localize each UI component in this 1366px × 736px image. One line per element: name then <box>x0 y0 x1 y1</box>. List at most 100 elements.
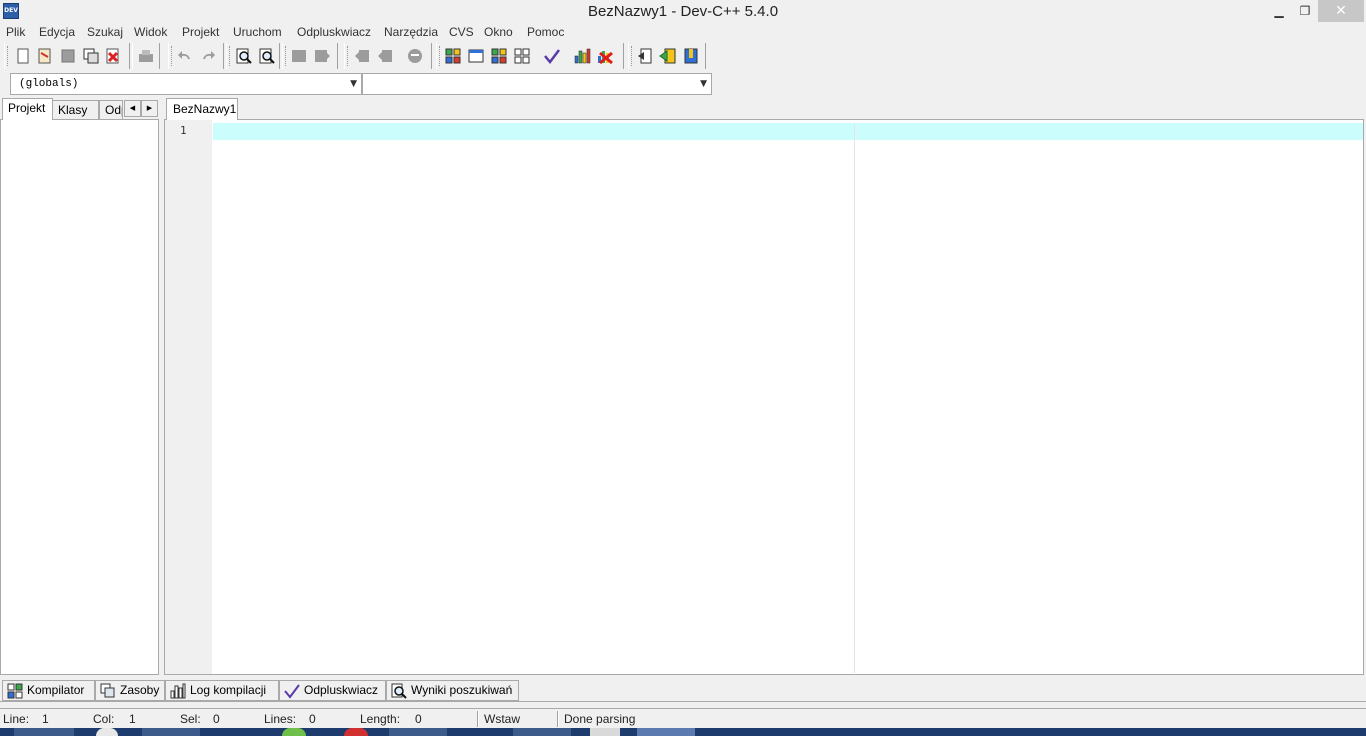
scope-combo[interactable]: (globals) ▼ <box>10 73 362 95</box>
toolbar-grip[interactable] <box>347 46 350 66</box>
menu-widok[interactable]: Widok <box>134 25 167 39</box>
file-toolbar-group <box>4 43 130 69</box>
indent-icon[interactable] <box>290 47 308 65</box>
tab-odpluskwiacz-bottom-label: Odpluskwiacz <box>304 683 379 697</box>
tab-klasy[interactable]: Klasy <box>52 100 99 120</box>
new-file-icon[interactable] <box>14 47 32 65</box>
tab-kompilator[interactable]: Kompilator <box>2 680 95 701</box>
status-lines-label: Lines: <box>264 712 297 726</box>
tab-odpluskwiacz-bottom[interactable]: Odpluskwiacz <box>279 680 386 701</box>
taskbar-app-icon[interactable] <box>282 728 306 736</box>
status-line-value: 1 <box>42 712 49 726</box>
main-toolbar <box>0 43 1366 69</box>
remove-from-project-icon[interactable] <box>682 47 700 65</box>
taskbar-app-icon[interactable] <box>344 728 368 736</box>
redo-icon[interactable] <box>199 47 217 65</box>
class-browser-combos: (globals) ▼ ▼ <box>6 71 714 97</box>
print-toolbar-group <box>132 43 160 69</box>
bookmark-back-icon[interactable] <box>353 47 371 65</box>
toolbar-grip[interactable] <box>439 46 442 66</box>
minimize-button[interactable]: ▁ <box>1266 0 1292 22</box>
editor-area: BezNazwy1 1 <box>164 98 1366 677</box>
status-separator <box>477 711 479 727</box>
project-tree[interactable] <box>0 119 159 675</box>
project-toolbar-group <box>628 43 706 69</box>
replace-icon[interactable] <box>258 47 276 65</box>
delete-profile-icon[interactable] <box>596 47 614 65</box>
window-title: BezNazwy1 - Dev-C++ 5.4.0 <box>587 3 779 20</box>
menu-okno[interactable]: Okno <box>484 25 513 39</box>
status-bar: Line: 1 Col: 1 Sel: 0 Lines: 0 Length: 0… <box>0 710 1366 728</box>
menu-projekt[interactable]: Projekt <box>182 25 219 39</box>
toolbar-grip[interactable] <box>7 46 10 66</box>
status-insert-mode: Wstaw <box>484 712 520 726</box>
save-icon[interactable] <box>59 47 77 65</box>
compile-icon[interactable] <box>444 47 462 65</box>
new-project-icon[interactable] <box>636 47 654 65</box>
debug-checkmark-icon <box>284 683 300 699</box>
menu-odpluskwiacz[interactable]: Odpluskwiacz <box>297 25 371 39</box>
search-results-icon <box>391 683 407 699</box>
toolbar-grip[interactable] <box>171 46 174 66</box>
taskbar-button[interactable] <box>142 728 200 736</box>
bottom-panel-splitter[interactable] <box>0 701 1366 709</box>
taskbar-browser-icon[interactable] <box>96 728 118 736</box>
indent-toolbar-group <box>282 43 338 69</box>
save-all-icon[interactable] <box>82 47 100 65</box>
status-sel-value: 0 <box>213 712 220 726</box>
menu-uruchom[interactable]: Uruchom <box>233 25 282 39</box>
taskbar-button[interactable] <box>513 728 571 736</box>
code-editor[interactable]: 1 <box>164 119 1364 675</box>
status-col-label: Col: <box>93 712 115 726</box>
compile-toolbar-group <box>436 43 624 69</box>
menu-narzedzia[interactable]: Narzędzia <box>384 25 438 39</box>
print-icon[interactable] <box>137 47 155 65</box>
tab-zasoby[interactable]: Zasoby <box>95 680 165 701</box>
add-to-project-icon[interactable] <box>659 47 677 65</box>
find-icon[interactable] <box>235 47 253 65</box>
menu-edycja[interactable]: Edycja <box>39 25 75 39</box>
toolbar-grip[interactable] <box>229 46 232 66</box>
menu-bar: Plik Edycja Szukaj Widok Projekt Uruchom… <box>0 24 1366 42</box>
member-combo[interactable]: ▼ <box>362 73 712 95</box>
restore-button[interactable]: ❐ <box>1292 0 1318 22</box>
taskbar-active-button[interactable] <box>637 728 695 736</box>
menu-pomoc[interactable]: Pomoc <box>527 25 564 39</box>
rebuild-icon[interactable] <box>513 47 531 65</box>
taskbar-button[interactable] <box>14 728 74 736</box>
chevron-down-icon[interactable]: ▼ <box>350 74 357 94</box>
tab-odpluskwiacz[interactable]: Odpluskwiacz <box>99 100 123 120</box>
toolbar-grip[interactable] <box>631 46 634 66</box>
menu-cvs[interactable]: CVS <box>449 25 474 39</box>
tab-scroll-left-icon[interactable]: ◀ <box>124 100 141 117</box>
active-line-highlight[interactable] <box>213 123 1363 140</box>
toolbar-grip[interactable] <box>285 46 288 66</box>
run-icon[interactable] <box>467 47 485 65</box>
right-margin-guide <box>854 123 855 673</box>
tab-wyniki-poszukiwan[interactable]: Wyniki poszukiwań <box>386 680 519 701</box>
compile-run-icon[interactable] <box>490 47 508 65</box>
status-message: Done parsing <box>564 712 636 726</box>
unindent-icon[interactable] <box>313 47 331 65</box>
taskbar-button[interactable] <box>389 728 447 736</box>
menu-szukaj[interactable]: Szukaj <box>87 25 123 39</box>
tab-projekt[interactable]: Projekt <box>2 98 53 120</box>
undo-icon[interactable] <box>176 47 194 65</box>
taskbar-app-icon[interactable] <box>590 728 620 736</box>
profile-icon[interactable] <box>573 47 591 65</box>
chevron-down-icon[interactable]: ▼ <box>700 74 707 94</box>
tab-scroll-right-icon[interactable]: ▶ <box>141 100 158 117</box>
compile-log-chart-icon <box>170 683 186 699</box>
status-lines-value: 0 <box>309 712 316 726</box>
goto-line-icon[interactable] <box>406 47 424 65</box>
tab-log-kompilacji[interactable]: Log kompilacji <box>165 680 279 701</box>
syntax-check-icon[interactable] <box>543 47 561 65</box>
close-window-button[interactable]: ✕ <box>1318 0 1364 22</box>
bookmark-toolbar-group <box>344 43 432 69</box>
open-file-icon[interactable] <box>36 47 54 65</box>
bookmark-forward-icon[interactable] <box>376 47 394 65</box>
resources-icon <box>100 683 116 699</box>
menu-plik[interactable]: Plik <box>6 25 25 39</box>
close-file-icon[interactable] <box>104 47 122 65</box>
editor-tab-beznazwy1[interactable]: BezNazwy1 <box>166 98 238 120</box>
